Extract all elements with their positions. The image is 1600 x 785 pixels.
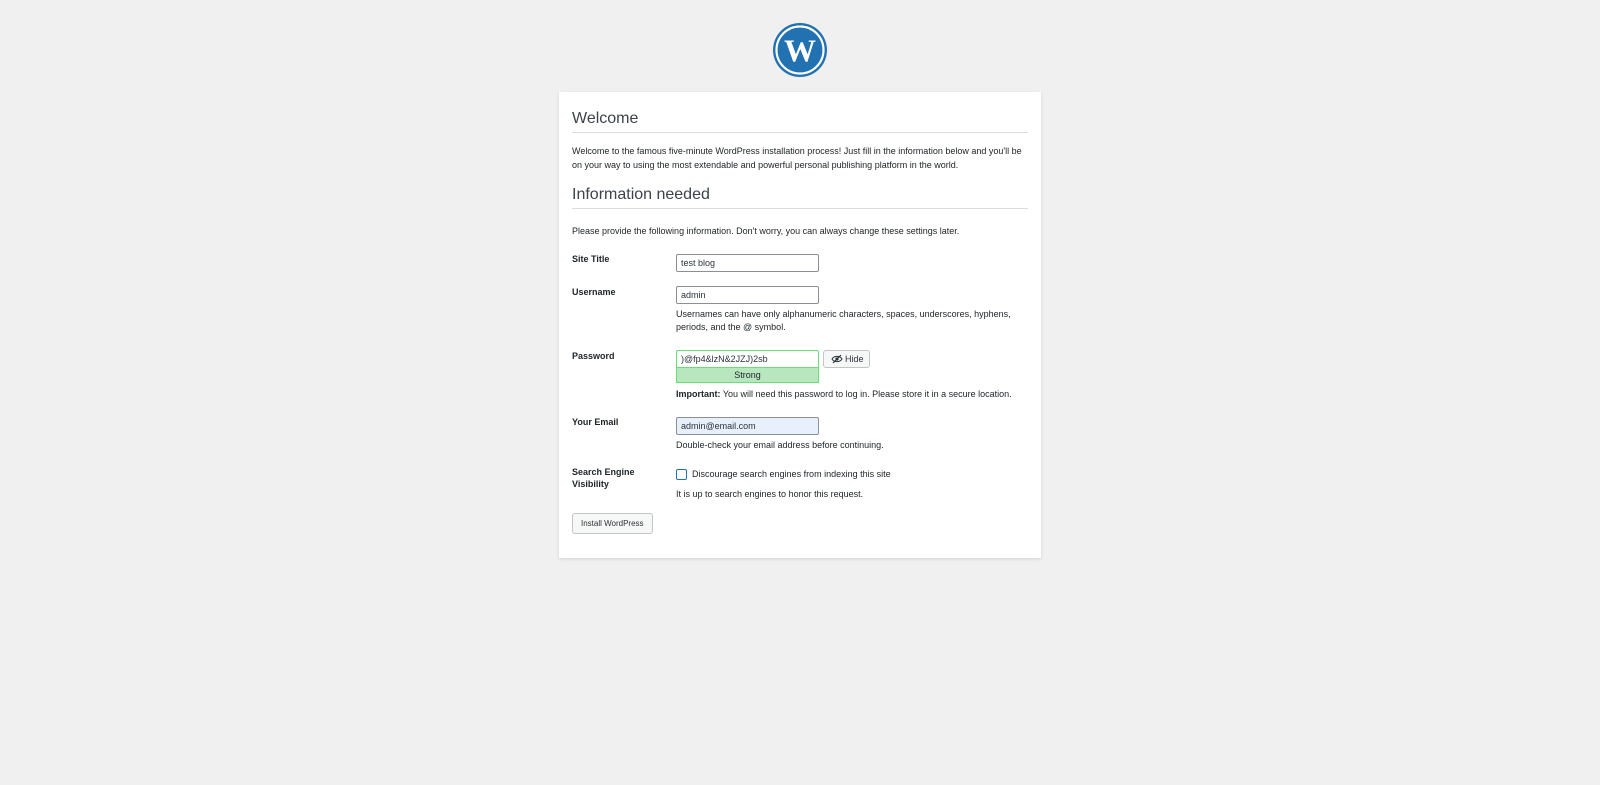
email-hint: Double-check your email address before c… xyxy=(676,440,884,450)
info-text: Please provide the following information… xyxy=(572,226,960,236)
password-important-note: Important: You will need this password t… xyxy=(676,388,1028,401)
password-label: Password xyxy=(572,351,615,361)
important-prefix: Important: xyxy=(676,389,721,399)
email-input[interactable]: admin@email.com xyxy=(676,417,819,435)
strength-label: Strong xyxy=(734,370,761,380)
svg-text:W: W xyxy=(784,33,816,69)
discourage-search-label[interactable]: Discourage search engines from indexing … xyxy=(692,468,891,480)
eye-slash-icon xyxy=(831,354,843,364)
email-label: Your Email xyxy=(572,417,619,427)
info-heading: Information needed xyxy=(572,186,1028,209)
password-input[interactable]: )@fp4&lzN&2JZJ)2sb xyxy=(676,350,819,368)
important-text: You will need this password to log in. P… xyxy=(720,389,1012,399)
discourage-search-checkbox[interactable] xyxy=(676,469,687,480)
username-label: Username xyxy=(572,287,616,297)
install-card: Welcome Welcome to the famous five-minut… xyxy=(559,92,1041,558)
password-strength-meter: Strong xyxy=(676,368,819,383)
username-hint: Usernames can have only alphanumeric cha… xyxy=(676,309,1011,332)
welcome-heading: Welcome xyxy=(572,110,1028,133)
hide-password-button[interactable]: Hide xyxy=(823,350,870,368)
search-visibility-label: Search Engine Visibility xyxy=(572,467,635,489)
welcome-text: Welcome to the famous five-minute WordPr… xyxy=(572,146,1022,170)
install-wordpress-button[interactable]: Install WordPress xyxy=(572,513,653,534)
site-title-input[interactable]: test blog xyxy=(676,254,819,272)
search-visibility-hint: It is up to search engines to honor this… xyxy=(676,489,864,499)
wordpress-logo-icon[interactable]: W xyxy=(772,22,828,78)
hide-label: Hide xyxy=(845,354,864,364)
username-input[interactable]: admin xyxy=(676,286,819,304)
site-title-label: Site Title xyxy=(572,254,610,264)
